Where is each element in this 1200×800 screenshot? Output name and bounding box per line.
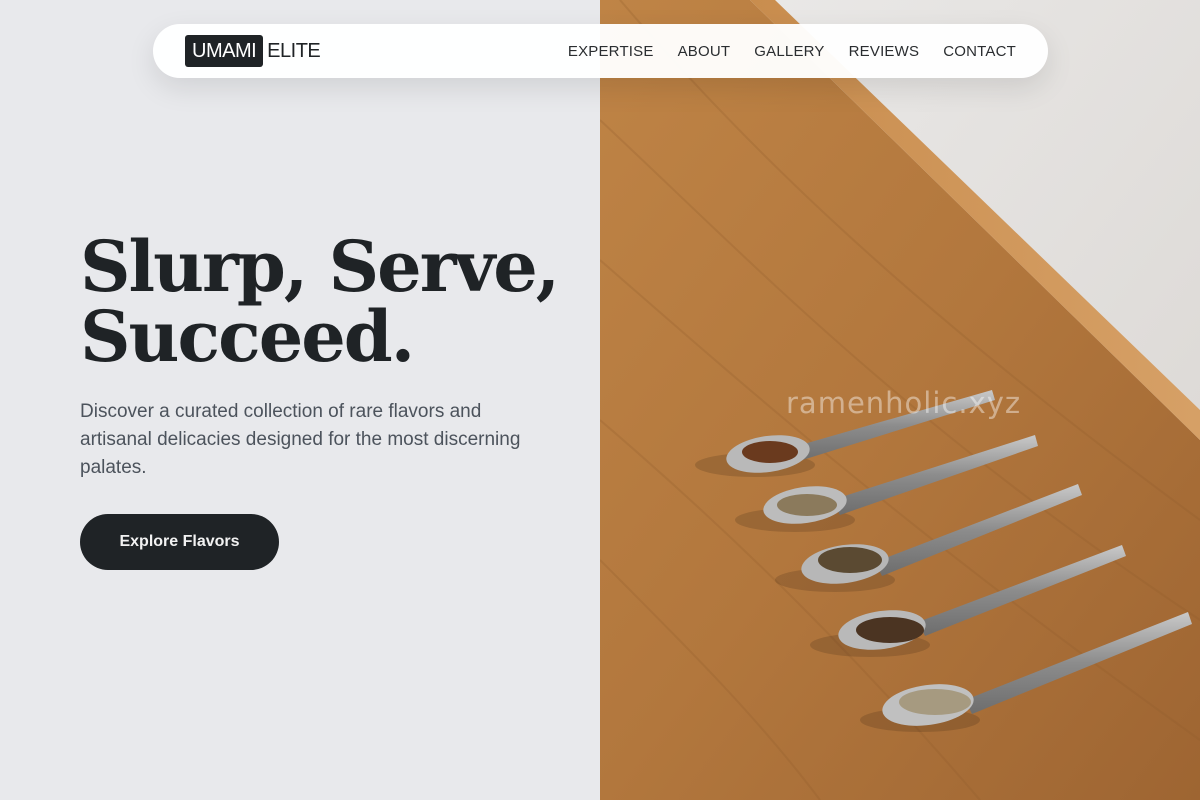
nav-link-contact[interactable]: CONTACT (943, 43, 1016, 60)
headline-line-1: Slurp, Serve, (80, 225, 560, 308)
logo-badge: UMAMI (185, 35, 264, 67)
nav-links: EXPERTISE ABOUT GALLERY REVIEWS CONTACT (568, 43, 1016, 60)
nav-link-about[interactable]: ABOUT (678, 43, 731, 60)
explore-flavors-button[interactable]: Explore Flavors (80, 514, 279, 570)
nav-link-expertise[interactable]: EXPERTISE (568, 43, 654, 60)
logo[interactable]: UMAMI ELITE (185, 35, 321, 67)
watermark-text: ramenholic.xyz (786, 386, 1022, 420)
top-navigation: UMAMI ELITE EXPERTISE ABOUT GALLERY REVI… (153, 24, 1048, 78)
headline-line-2: Succeed. (80, 295, 415, 378)
hero-headline: Slurp, Serve, Succeed. (80, 232, 580, 372)
nav-link-gallery[interactable]: GALLERY (754, 43, 824, 60)
hero-description: Discover a curated collection of rare fl… (80, 401, 521, 478)
nav-link-reviews[interactable]: REVIEWS (849, 43, 920, 60)
logo-text: ELITE (267, 39, 321, 62)
